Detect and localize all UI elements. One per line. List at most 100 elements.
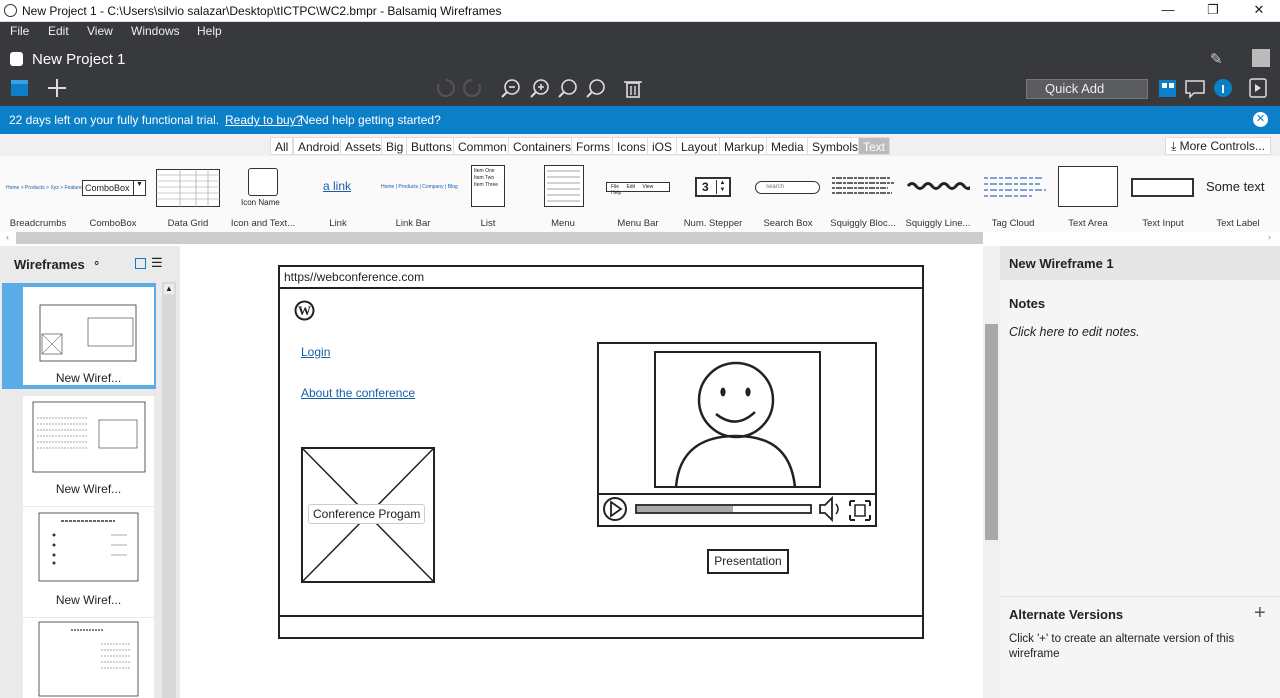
- num-stepper-preview[interactable]: 3 ▲ ▼: [695, 177, 731, 197]
- link-preview[interactable]: a link: [323, 179, 351, 193]
- wireframe-thumb-4[interactable]: [23, 618, 154, 698]
- library-tab-icons[interactable]: Icons: [612, 137, 651, 155]
- library-tab-text[interactable]: Text: [858, 137, 891, 155]
- more-controls-button[interactable]: ⤓ More Controls...: [1165, 137, 1271, 155]
- library-item-label[interactable]: Num. Stepper: [676, 218, 750, 229]
- tag-cloud-preview[interactable]: [982, 174, 1048, 202]
- wireframe-thumb-3[interactable]: New Wiref...: [23, 507, 154, 617]
- title-bar: New Project 1 - C:\Users\silvio salazar\…: [0, 0, 1280, 22]
- library-item-label[interactable]: Link Bar: [376, 218, 450, 229]
- squiggly-line-preview[interactable]: [906, 180, 970, 192]
- search-box-preview[interactable]: search: [755, 181, 820, 194]
- login-link[interactable]: Login: [301, 345, 330, 359]
- library-tab-assets[interactable]: Assets: [340, 137, 387, 155]
- avatar[interactable]: [1252, 49, 1270, 67]
- num-stepper-value: 3: [702, 180, 709, 194]
- component-library: Home > Products > Xyz > Features ComboBo…: [0, 156, 1280, 232]
- library-item-label[interactable]: Breadcrumbs: [1, 218, 75, 229]
- buy-link[interactable]: Ready to buy?: [225, 113, 302, 127]
- list-view-icon[interactable]: ☰: [151, 255, 163, 271]
- squiggly-block-preview[interactable]: [830, 175, 896, 199]
- library-scrollbar[interactable]: [16, 232, 983, 244]
- library-tab-buttons[interactable]: Buttons: [406, 137, 457, 155]
- menu-edit[interactable]: Edit: [48, 24, 69, 38]
- library-tab-android[interactable]: Android: [293, 137, 345, 155]
- wireframes-scrollbar[interactable]: ▲: [162, 282, 176, 698]
- menu-windows[interactable]: Windows: [131, 24, 180, 38]
- quick-add-input[interactable]: Quick Add: [1026, 79, 1148, 99]
- library-tab-symbols[interactable]: Symbols: [807, 137, 864, 155]
- icon-name-preview: Icon Name: [241, 198, 280, 207]
- close-icon[interactable]: ✕: [1236, 0, 1280, 22]
- add-icon[interactable]: [47, 78, 67, 98]
- browser-window-mockup[interactable]: https//webconference.com W Login About t…: [278, 265, 924, 639]
- wireframe-canvas[interactable]: https//webconference.com W Login About t…: [180, 246, 983, 698]
- project-title[interactable]: New Project 1: [32, 51, 125, 68]
- minimize-icon[interactable]: —: [1145, 0, 1191, 22]
- svg-text:W: W: [298, 303, 311, 318]
- help-link[interactable]: Need help getting started?: [300, 113, 441, 127]
- library-item-label[interactable]: Tag Cloud: [976, 218, 1050, 229]
- library-tab-common[interactable]: Common: [453, 137, 512, 155]
- library-item-label[interactable]: Text Input: [1126, 218, 1200, 229]
- text-label-preview[interactable]: Some text: [1206, 179, 1265, 194]
- data-grid-preview[interactable]: [156, 169, 220, 207]
- pencil-icon[interactable]: ✎: [1210, 50, 1223, 68]
- library-tab-big[interactable]: Big: [381, 137, 409, 155]
- canvas-scrollbar[interactable]: [983, 246, 1000, 698]
- add-alternate-icon[interactable]: +: [1254, 602, 1266, 625]
- library-tab-all[interactable]: All: [270, 137, 294, 155]
- library-item-label[interactable]: Link: [301, 218, 375, 229]
- menu-preview[interactable]: [544, 165, 584, 207]
- icon-and-text-preview[interactable]: [248, 168, 278, 196]
- text-input-preview[interactable]: [1131, 178, 1194, 197]
- menu-help[interactable]: Help: [197, 24, 222, 38]
- toolbar: New Project 1 ⚲ Quick Add ✎: [0, 42, 1280, 106]
- text-area-preview[interactable]: [1058, 166, 1118, 207]
- library-item-label[interactable]: Menu Bar: [601, 218, 675, 229]
- about-link[interactable]: About the conference: [301, 386, 415, 400]
- link-bar-preview[interactable]: Home | Products | Company | Blog: [381, 184, 458, 190]
- trial-banner: 22 days left on your fully functional tr…: [0, 106, 1280, 134]
- library-item-label[interactable]: Icon and Text...: [226, 218, 300, 229]
- library-item-label[interactable]: Squiggly Line...: [901, 218, 975, 229]
- menu-file[interactable]: File: [10, 24, 29, 38]
- link-icon[interactable]: ⚬: [92, 257, 101, 270]
- presentation-button[interactable]: Presentation: [707, 549, 789, 574]
- library-item-label[interactable]: Search Box: [751, 218, 825, 229]
- library-item-label[interactable]: Squiggly Bloc...: [826, 218, 900, 229]
- notes-field[interactable]: Click here to edit notes.: [1009, 325, 1140, 339]
- alternate-versions-text: Click '+' to create an alternate version…: [1009, 633, 1235, 660]
- library-item-label[interactable]: Text Area: [1051, 218, 1125, 229]
- wireframes-panel-icon[interactable]: [10, 78, 30, 98]
- restore-icon[interactable]: ❐: [1190, 0, 1236, 22]
- close-banner-icon[interactable]: ✕: [1253, 112, 1268, 127]
- library-item-label[interactable]: Data Grid: [151, 218, 225, 229]
- library-item-label[interactable]: ComboBox: [76, 218, 150, 229]
- wireframe-thumb-2[interactable]: New Wiref...: [23, 396, 154, 506]
- library-item-label[interactable]: Menu: [526, 218, 600, 229]
- breadcrumbs-preview[interactable]: Home > Products > Xyz > Features: [6, 185, 84, 191]
- list-preview-item: Item Two: [474, 175, 495, 181]
- library-tab-containers[interactable]: Containers: [508, 137, 577, 155]
- library-item-label[interactable]: List: [451, 218, 525, 229]
- menu-view[interactable]: View: [87, 24, 113, 38]
- library-tab-layout[interactable]: Layout: [676, 137, 723, 155]
- list-preview[interactable]: Item One Item Two Item Three: [471, 165, 505, 207]
- grid-view-icon[interactable]: [135, 258, 146, 269]
- menu-bar-preview[interactable]: File Edit View Help: [606, 182, 670, 196]
- combobox-preview[interactable]: ComboBox ▼: [82, 180, 146, 196]
- library-item-label[interactable]: Text Label: [1201, 218, 1275, 229]
- library-tab-ios[interactable]: iOS: [647, 137, 678, 155]
- scroll-left-icon[interactable]: ‹: [6, 232, 9, 242]
- library-tab-media[interactable]: Media: [766, 137, 809, 155]
- wireframe-thumb-1[interactable]: New Wiref...: [23, 287, 154, 385]
- library-tab-markup[interactable]: Markup: [719, 137, 770, 155]
- app-icon: [4, 4, 17, 17]
- menu-bar: File Edit View Windows Help: [0, 22, 1280, 42]
- video-player[interactable]: [597, 342, 877, 527]
- conference-program-label[interactable]: Conference Progam: [308, 504, 426, 524]
- scroll-right-icon[interactable]: ›: [1268, 232, 1271, 242]
- library-tab-forms[interactable]: Forms: [571, 137, 615, 155]
- window-title: New Project 1 - C:\Users\silvio salazar\…: [22, 4, 502, 18]
